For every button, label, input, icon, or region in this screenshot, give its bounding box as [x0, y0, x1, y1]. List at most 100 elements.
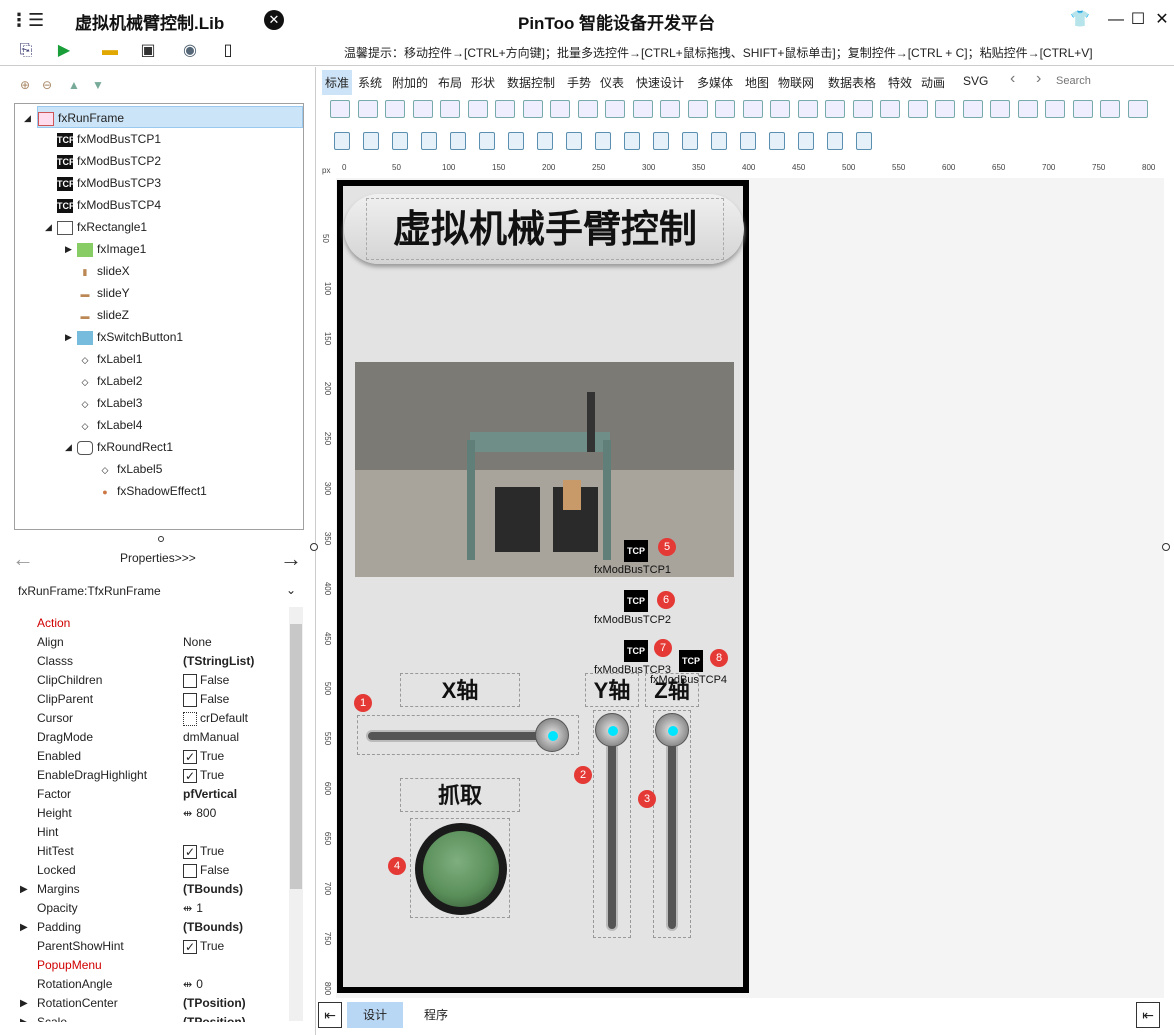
close-document-icon[interactable]: ✕ [264, 10, 284, 30]
tab-effects[interactable]: 特效 [888, 74, 912, 91]
open-folder-icon[interactable]: ▬ [98, 40, 122, 62]
tree-node[interactable]: ▶ fxSwitchButton1 [65, 326, 183, 348]
report-component-icon[interactable] [990, 100, 1010, 118]
tree-component-icon[interactable] [1100, 100, 1120, 118]
tcp-icon[interactable]: TCP [624, 540, 648, 562]
robot-arm-scene-image[interactable] [355, 362, 734, 577]
tab-quick-design[interactable]: 快速设计 [636, 74, 684, 91]
scrollbar-thumb[interactable] [290, 624, 302, 889]
property-row[interactable]: Classs (TStringList) [18, 652, 288, 671]
maximize-icon[interactable]: ☐ [1126, 8, 1150, 32]
label-component-icon[interactable] [357, 100, 378, 118]
chart-component-icon[interactable] [660, 100, 680, 118]
listbox-component-icon[interactable] [495, 100, 515, 118]
property-value[interactable]: 1 [196, 901, 203, 915]
property-value[interactable]: dmManual [183, 728, 239, 747]
tag-component-icon[interactable] [605, 100, 625, 118]
tree-node[interactable]: ◢ fxRoundRect1 [65, 436, 173, 458]
grid-a-icon[interactable] [769, 132, 785, 150]
align-left-icon[interactable] [334, 132, 350, 150]
property-value[interactable]: 0 [196, 977, 203, 991]
property-row[interactable]: Enabled ✓ True [18, 747, 288, 766]
property-row[interactable]: Action [18, 614, 288, 633]
database-icon[interactable]: ◉ [178, 40, 202, 62]
same-height-icon[interactable] [653, 132, 669, 150]
align-top-icon[interactable] [392, 132, 408, 150]
progressbar-component-icon[interactable] [687, 100, 708, 118]
trackbar-component-icon[interactable] [907, 100, 928, 118]
property-row[interactable]: Factor pfVertical [18, 785, 288, 804]
tree-node[interactable]: ◇ fxLabel5 [97, 458, 163, 480]
tree-node[interactable]: ▬ slideZ [77, 304, 130, 326]
space-h-icon[interactable] [508, 132, 524, 150]
slider-z[interactable] [653, 710, 691, 938]
tcp-icon[interactable]: TCP [624, 640, 648, 662]
tree-node[interactable]: TCP fxModBusTCP2 [57, 150, 161, 172]
groupbox-component-icon[interactable] [577, 100, 598, 118]
tree-node[interactable]: ▬ slideY [77, 282, 130, 304]
checkbox[interactable] [183, 863, 197, 878]
move-up-icon[interactable]: ▲ [68, 78, 80, 92]
forward-arrow-icon[interactable]: → [280, 546, 302, 572]
move-down-icon[interactable]: ▼ [92, 78, 104, 92]
delete-node-icon[interactable]: ⊖ [42, 78, 52, 92]
combobox-component-icon[interactable] [742, 100, 763, 118]
add-node-icon[interactable]: ⊕ [20, 78, 30, 92]
send-back-icon[interactable] [740, 132, 756, 150]
tree-node[interactable]: ◇ fxLabel1 [77, 348, 143, 370]
tree-node[interactable]: ▮ slideX [77, 260, 130, 282]
tree-node[interactable]: ◇ fxLabel3 [77, 392, 143, 414]
tree-node-root[interactable]: ◢ fxRunFrame [24, 106, 303, 128]
tab-gesture[interactable]: 手势 [567, 74, 591, 91]
tab-gauge[interactable]: 仪表 [600, 74, 624, 91]
image-component-icon[interactable] [632, 100, 653, 118]
canvas-resize-handle[interactable] [1162, 543, 1170, 551]
property-row[interactable]: EnableDragHighlight ✓ True [18, 766, 288, 785]
checkbox-checked[interactable]: ✓ [183, 768, 197, 783]
switch-component-icon[interactable] [825, 100, 845, 118]
tree-node[interactable]: TCP fxModBusTCP1 [57, 128, 161, 150]
tree-node[interactable]: ▶ fxImage1 [65, 238, 146, 260]
property-row[interactable]: PopupMenu [18, 956, 288, 975]
property-value[interactable]: crDefault [200, 711, 248, 725]
list-more-component-icon[interactable] [1127, 100, 1148, 118]
grid-b-icon[interactable] [798, 132, 814, 150]
collapse-right-icon[interactable]: ⇤ [1136, 1002, 1160, 1028]
mobile-device-icon[interactable]: ▯ [216, 40, 240, 62]
splitter-component-icon[interactable] [880, 100, 900, 118]
tree-node[interactable]: ◇ fxLabel4 [77, 414, 143, 436]
tree-node[interactable]: TCP fxModBusTCP3 [57, 172, 161, 194]
tab-map[interactable]: 地图 [745, 74, 769, 91]
gear-component-icon[interactable] [935, 100, 955, 118]
tree-node[interactable]: ◢ fxRectangle1 [45, 216, 147, 238]
grab-switch-button[interactable] [410, 818, 510, 918]
property-row[interactable]: ClipParent False [18, 690, 288, 709]
notes-component-icon[interactable] [1045, 100, 1065, 118]
tab-svg[interactable]: SVG [963, 74, 988, 88]
align-bottom-icon[interactable] [421, 132, 437, 150]
expand-icon[interactable]: ▶ [20, 880, 28, 899]
tab-additional[interactable]: 附加的 [392, 74, 428, 91]
property-value[interactable]: 800 [196, 806, 216, 820]
space-v-icon[interactable] [537, 132, 553, 150]
close-window-icon[interactable]: ✕ [1150, 8, 1174, 32]
toggle-component-icon[interactable] [797, 100, 818, 118]
same-size-icon[interactable] [682, 132, 698, 150]
chevron-right-icon[interactable]: › [1036, 70, 1041, 88]
property-value[interactable]: pfVertical [183, 785, 237, 804]
slider-y-thumb[interactable] [595, 713, 629, 747]
search-input[interactable] [1056, 72, 1166, 90]
design-title-label[interactable]: 虚拟机械手臂控制 [366, 198, 724, 260]
tab-standard[interactable]: 标准 [322, 70, 353, 95]
x-axis-label[interactable]: X轴 [400, 673, 520, 707]
checkbox[interactable] [183, 673, 197, 688]
spacing-b-icon[interactable] [856, 132, 872, 150]
theme-shirt-icon[interactable]: 👕 [1068, 8, 1092, 32]
property-row[interactable]: Height ⇹ 800 [18, 804, 288, 823]
tcp-icon[interactable]: TCP [679, 650, 703, 672]
list-component-icon[interactable] [1017, 100, 1038, 118]
distribute-h-icon[interactable] [566, 132, 582, 150]
properties-header[interactable]: Properties>>> [120, 551, 196, 565]
spacing-a-icon[interactable] [827, 132, 843, 150]
property-row[interactable]: Opacity ⇹ 1 [18, 899, 288, 918]
